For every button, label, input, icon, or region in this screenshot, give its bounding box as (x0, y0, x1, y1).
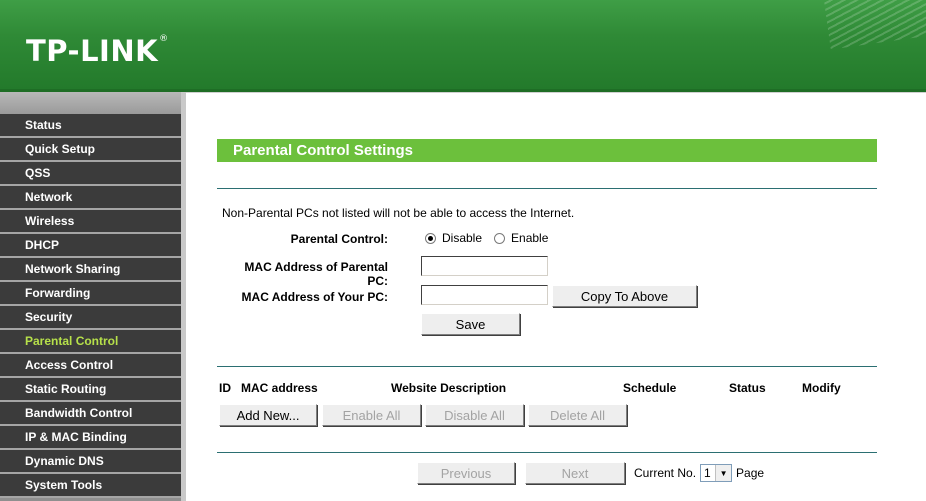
current-no-label: Current No. (634, 466, 697, 480)
mac-your-pc-label: MAC Address of Your PC: (241, 290, 388, 304)
divider-top (217, 188, 877, 189)
sidebar-item-system-tools[interactable]: System Tools (0, 474, 181, 498)
sidebar-item-parental-control[interactable]: Parental Control (0, 330, 181, 354)
sidebar-item-network-sharing[interactable]: Network Sharing (0, 258, 181, 282)
parental-control-label: Parental Control: (290, 232, 388, 246)
sidebar-item-dynamic-dns[interactable]: Dynamic DNS (0, 450, 181, 474)
sidebar-item-ip-mac-binding[interactable]: IP & MAC Binding (0, 426, 181, 450)
sidebar-item-wireless[interactable]: Wireless (0, 210, 181, 234)
radio-disable[interactable]: Disable (425, 231, 482, 245)
disable-all-button[interactable]: Disable All (425, 404, 524, 426)
sidebar-item-dhcp[interactable]: DHCP (0, 234, 181, 258)
radio-disable-label: Disable (442, 231, 483, 245)
delete-all-button[interactable]: Delete All (528, 404, 627, 426)
column-id: ID (219, 381, 231, 395)
sidebar-item-static-routing[interactable]: Static Routing (0, 378, 181, 402)
column-schedule: Schedule (623, 381, 677, 395)
page-title: Parental Control Settings (217, 139, 877, 162)
sidebar-header-strip (0, 92, 182, 114)
previous-button[interactable]: Previous (417, 462, 515, 484)
sidebar-item-access-control[interactable]: Access Control (0, 354, 181, 378)
divider-middle (217, 366, 877, 367)
column-modify: Modify (802, 381, 841, 395)
rules-table-header: ID MAC address Website Description Sched… (218, 381, 878, 397)
page-label: Page (736, 466, 765, 480)
radio-enable[interactable]: Enable (494, 231, 548, 245)
sidebar-item-quick-setup[interactable]: Quick Setup (0, 138, 181, 162)
enable-all-button[interactable]: Enable All (322, 404, 421, 426)
tp-link-logo: TP-LINK® (26, 34, 169, 68)
column-website-description: Website Description (391, 381, 507, 395)
column-status: Status (729, 381, 766, 395)
main-panel: Parental Control Settings Non-Parental P… (186, 92, 926, 501)
radio-disable-indicator[interactable] (425, 232, 436, 244)
header-banner: TP-LINK® (0, 0, 926, 89)
sidebar-item-status[interactable]: Status (0, 114, 181, 138)
next-button[interactable]: Next (525, 462, 625, 484)
sidebar-item-bandwidth-control[interactable]: Bandwidth Control (0, 402, 181, 426)
radio-enable-label: Enable (511, 231, 549, 245)
radio-enable-indicator[interactable] (494, 232, 506, 244)
page-select-value: 1 (704, 466, 711, 480)
copy-to-above-button[interactable]: Copy To Above (552, 285, 697, 307)
pagination-control: Current No. 1 ▼ Page (634, 463, 764, 483)
sidebar-menu: Status Quick Setup QSS Network Wireless … (0, 114, 182, 498)
column-mac-address: MAC address (241, 381, 318, 395)
page-select[interactable]: 1 ▼ (700, 464, 733, 482)
sidebar-item-network[interactable]: Network (0, 186, 181, 210)
sidebar-item-qss[interactable]: QSS (0, 162, 181, 186)
mac-parental-pc-input[interactable] (421, 256, 548, 276)
add-new-button[interactable]: Add New... (219, 404, 317, 426)
mac-parental-pc-label: MAC Address of Parental PC: (244, 260, 388, 288)
sidebar-item-security[interactable]: Security (0, 306, 181, 330)
parental-control-radio-group: Disable Enable (425, 231, 560, 245)
sidebar: Status Quick Setup QSS Network Wireless … (0, 92, 182, 501)
save-button[interactable]: Save (421, 313, 520, 335)
chevron-down-icon[interactable]: ▼ (715, 465, 732, 481)
mac-your-pc-input[interactable] (421, 285, 548, 305)
divider-bottom (217, 452, 877, 453)
access-note: Non-Parental PCs not listed will not be … (222, 206, 575, 220)
sidebar-item-forwarding[interactable]: Forwarding (0, 282, 181, 306)
